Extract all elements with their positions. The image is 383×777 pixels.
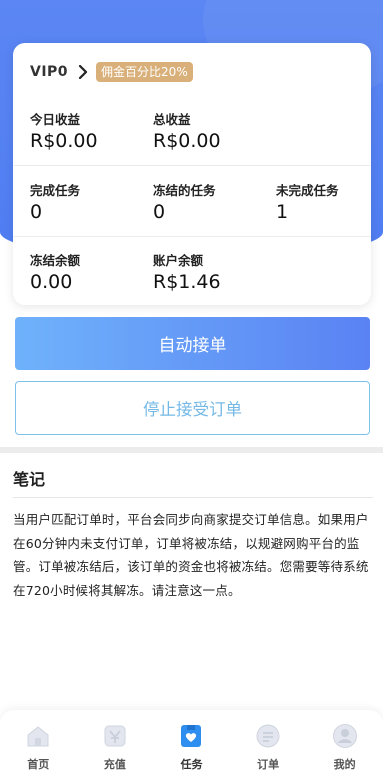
account-balance: 账户余额 R$1.46 bbox=[153, 250, 221, 293]
total-income: 总收益 R$0.00 bbox=[153, 109, 221, 152]
frozen-balance: 冻结余额 0.00 bbox=[30, 250, 80, 293]
tab-home-label: 首页 bbox=[27, 758, 50, 771]
tab-task-label: 任务 bbox=[180, 758, 203, 771]
frozen-balance-value: 0.00 bbox=[30, 271, 73, 293]
section-separator bbox=[0, 447, 383, 453]
tab-profile-label: 我的 bbox=[333, 758, 356, 771]
unfinished-tasks: 未完成任务 1 bbox=[276, 180, 339, 223]
divider bbox=[13, 165, 371, 166]
frozen-balance-label: 冻结余额 bbox=[30, 253, 81, 268]
commission-badge: 佣金百分比20% bbox=[96, 62, 193, 82]
home-icon bbox=[24, 722, 52, 750]
unfinished-tasks-label: 未完成任务 bbox=[276, 183, 339, 198]
today-income-value: R$0.00 bbox=[30, 130, 98, 152]
completed-tasks: 完成任务 0 bbox=[30, 180, 80, 223]
tab-recharge[interactable]: 充值 bbox=[77, 710, 154, 777]
tab-home[interactable]: 首页 bbox=[0, 710, 77, 777]
profile-icon bbox=[331, 722, 359, 750]
notes-title: 笔记 bbox=[13, 470, 46, 489]
account-balance-label: 账户余额 bbox=[153, 253, 204, 268]
total-income-label: 总收益 bbox=[153, 112, 191, 127]
frozen-tasks: 冻结的任务 0 bbox=[153, 180, 216, 223]
tab-order[interactable]: 订单 bbox=[230, 710, 307, 777]
tab-recharge-label: 充值 bbox=[103, 758, 126, 771]
order-icon bbox=[254, 722, 282, 750]
completed-tasks-value: 0 bbox=[30, 201, 43, 223]
tab-profile[interactable]: 我的 bbox=[306, 710, 383, 777]
frozen-tasks-label: 冻结的任务 bbox=[153, 183, 216, 198]
unfinished-tasks-value: 1 bbox=[276, 201, 289, 223]
today-income: 今日收益 R$0.00 bbox=[30, 109, 98, 152]
notes-body: 当用户匹配订单时，平台会同步向商家提交订单信息。如果用户在60分钟内未支付订单，… bbox=[13, 512, 369, 598]
tab-task[interactable]: 任务 bbox=[153, 710, 230, 777]
bottom-tab-bar: 首页 充值 任务 订单 我的 bbox=[0, 710, 383, 777]
task-icon bbox=[177, 722, 205, 750]
total-income-value: R$0.00 bbox=[153, 130, 221, 152]
recharge-icon bbox=[101, 722, 129, 750]
completed-tasks-label: 完成任务 bbox=[30, 183, 81, 198]
stats-card: VIP0 佣金百分比20% 今日收益 R$0.00 总收益 R$0.00 完成任… bbox=[13, 43, 371, 305]
tab-order-label: 订单 bbox=[257, 758, 280, 771]
auto-accept-button[interactable]: 自动接单 bbox=[15, 317, 370, 370]
divider bbox=[13, 236, 371, 237]
today-income-label: 今日收益 bbox=[30, 112, 81, 127]
vip-row[interactable]: VIP0 佣金百分比20% bbox=[30, 61, 193, 83]
chevron-right-icon bbox=[76, 65, 90, 79]
frozen-tasks-value: 0 bbox=[153, 201, 166, 223]
vip-level: VIP0 bbox=[30, 64, 69, 80]
account-balance-value: R$1.46 bbox=[153, 271, 221, 293]
stop-accept-button[interactable]: 停止接受订单 bbox=[15, 381, 370, 435]
notes-divider bbox=[13, 497, 373, 498]
